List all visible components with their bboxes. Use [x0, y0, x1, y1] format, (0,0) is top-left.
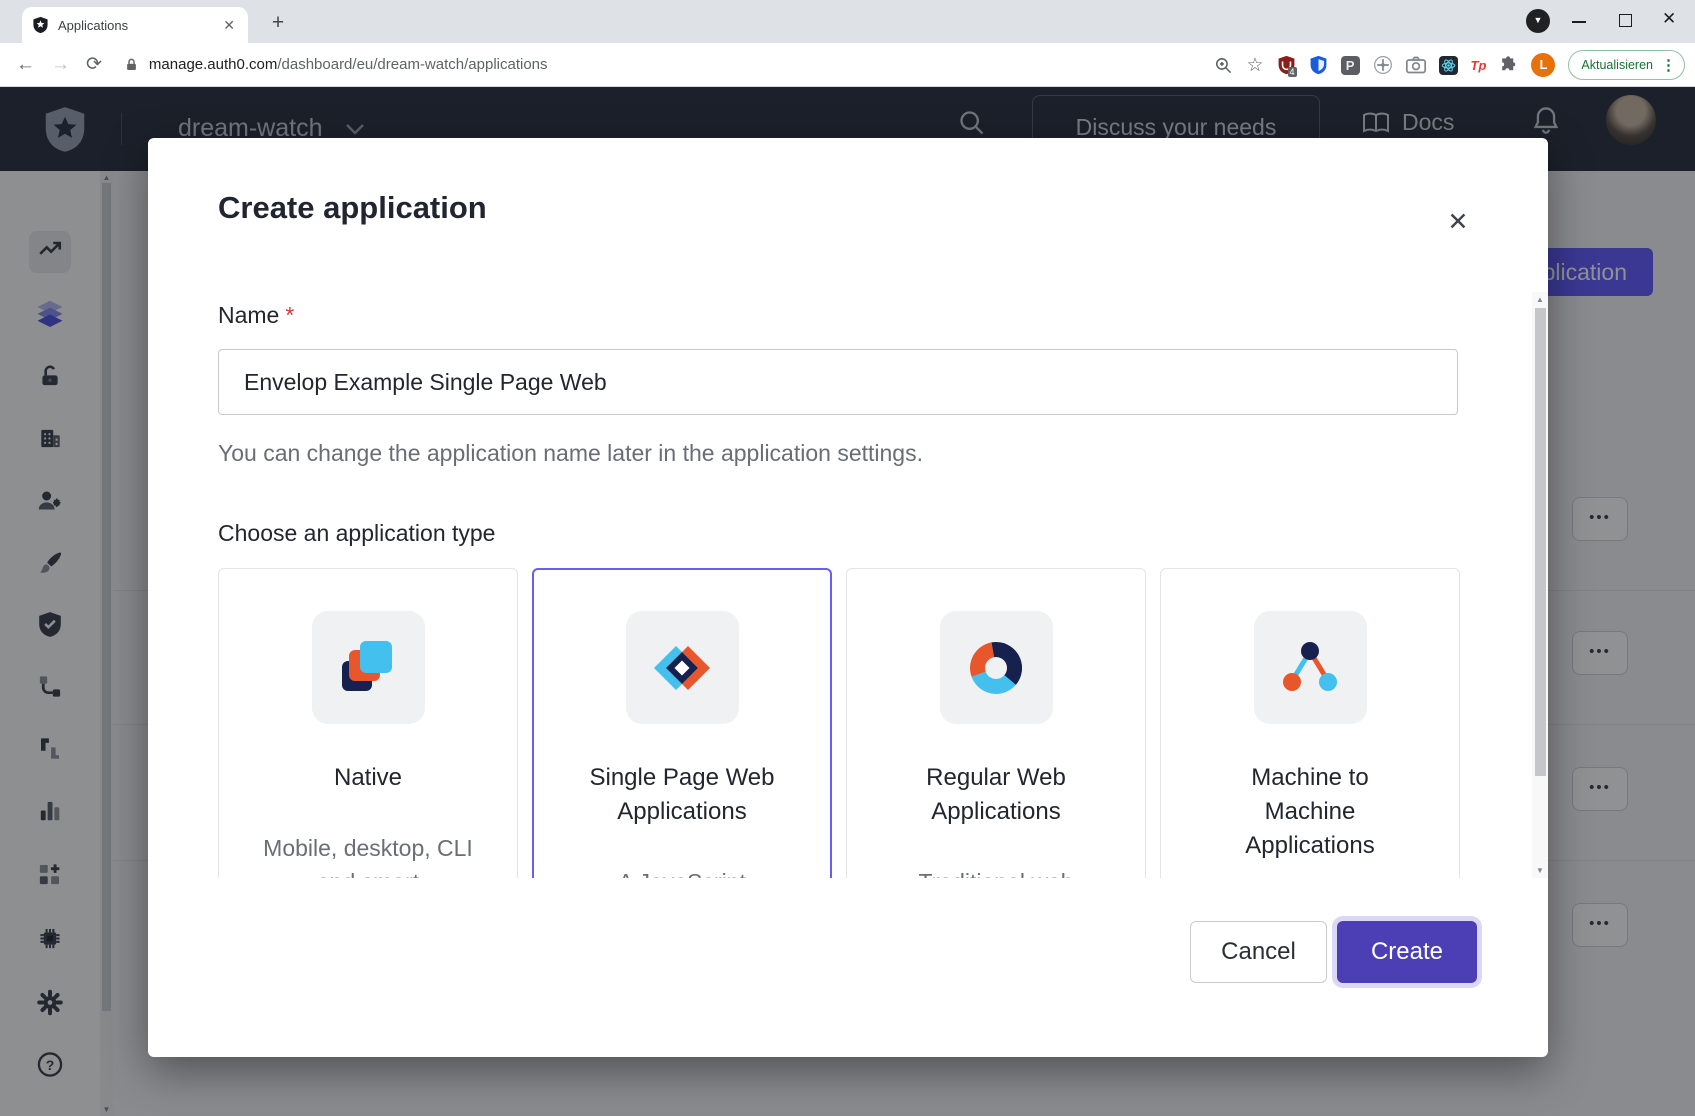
card-machine-to-machine[interactable]: Machine to Machine Applications [1160, 568, 1460, 878]
p-extension-icon[interactable]: P [1341, 56, 1360, 75]
regular-web-icon [940, 611, 1053, 724]
address-bar: ← → ⟳ manage.auth0.com/dashboard/eu/drea… [0, 43, 1695, 87]
back-button[interactable]: ← [16, 54, 35, 76]
lock-icon [124, 57, 139, 73]
create-button[interactable]: Create [1337, 921, 1477, 983]
card-description: A JavaScript [534, 865, 830, 878]
modal-title: Create application [218, 190, 487, 226]
browser-update-icon[interactable]: ▼ [1526, 9, 1550, 33]
application-name-input[interactable] [218, 349, 1458, 415]
bitwarden-extension-icon[interactable] [1309, 55, 1328, 75]
spa-icon [626, 611, 739, 724]
card-native[interactable]: Native Mobile, desktop, CLI and smart [218, 568, 518, 878]
update-button-label: Aktualisieren [1581, 58, 1653, 72]
card-title: Regular Web Applications [847, 761, 1145, 829]
browser-window: Applications ✕ + ▼ ✕ ← → ⟳ manage.auth0.… [0, 0, 1695, 1116]
card-regular-web[interactable]: Regular Web Applications Traditional web [846, 568, 1146, 878]
application-type-cards: Native Mobile, desktop, CLI and smart [218, 568, 1460, 878]
bookmark-star-icon[interactable]: ☆ [1246, 54, 1263, 77]
new-tab-button[interactable]: + [264, 10, 292, 38]
card-title: Native [219, 761, 517, 795]
move-tool-extension-icon[interactable] [1373, 55, 1393, 75]
browser-tab-applications[interactable]: Applications ✕ [22, 7, 248, 43]
extensions-puzzle-icon[interactable] [1499, 56, 1518, 75]
card-title: Machine to Machine Applications [1161, 761, 1459, 863]
card-description: Mobile, desktop, CLI and smart [219, 831, 517, 878]
card-single-page-web[interactable]: Single Page Web Applications A JavaScrip… [532, 568, 832, 878]
required-marker: * [285, 302, 294, 328]
browser-menu-kebab-icon[interactable]: ⋮ [1661, 56, 1676, 74]
ublock-badge: 4 [1288, 67, 1297, 77]
modal-scrollbar-thumb[interactable] [1535, 308, 1546, 776]
application-type-label: Choose an application type [218, 520, 495, 547]
reload-button[interactable]: ⟳ [86, 53, 102, 76]
modal-close-icon[interactable]: ✕ [1440, 204, 1476, 240]
scrollbar-down-icon[interactable]: ▼ [1532, 866, 1548, 875]
native-icon [312, 611, 425, 724]
card-title: Single Page Web Applications [534, 761, 830, 829]
modal-body: Name* You can change the application nam… [148, 292, 1532, 878]
window-close-button[interactable]: ✕ [1662, 9, 1676, 29]
react-devtools-extension-icon[interactable] [1439, 56, 1458, 75]
screenshot-camera-extension-icon[interactable] [1406, 56, 1426, 74]
url-domain: manage.auth0.com [149, 56, 277, 73]
tampermonkey-extension-icon[interactable]: Tp [1471, 58, 1487, 73]
name-label: Name* [218, 302, 294, 329]
auth0-favicon [32, 16, 49, 34]
url-text[interactable]: manage.auth0.com/dashboard/eu/dream-watc… [149, 56, 548, 73]
url-path: /dashboard/eu/dream-watch/applications [277, 56, 547, 73]
ublock-extension-icon[interactable]: 4 [1277, 55, 1296, 75]
modal-scrollbar[interactable]: ▲ ▼ [1532, 292, 1548, 878]
browser-tab-bar: Applications ✕ + ▼ ✕ [0, 0, 1695, 43]
browser-update-button[interactable]: Aktualisieren ⋮ [1568, 50, 1685, 80]
browser-profile-avatar[interactable]: L [1531, 53, 1555, 77]
tab-title: Applications [58, 18, 220, 33]
scrollbar-up-icon[interactable]: ▲ [1532, 295, 1548, 304]
forward-button[interactable]: → [51, 54, 70, 76]
card-description: Traditional web [847, 865, 1145, 878]
zoom-icon[interactable] [1214, 56, 1233, 75]
name-helper-text: You can change the application name late… [218, 440, 923, 467]
cancel-button[interactable]: Cancel [1190, 921, 1327, 983]
window-maximize-button[interactable] [1619, 14, 1632, 27]
m2m-icon [1254, 611, 1367, 724]
create-application-modal: Create application ✕ Name* You can chang… [148, 138, 1548, 1057]
window-minimize-button[interactable] [1572, 21, 1586, 23]
tab-close-icon[interactable]: ✕ [220, 17, 238, 34]
